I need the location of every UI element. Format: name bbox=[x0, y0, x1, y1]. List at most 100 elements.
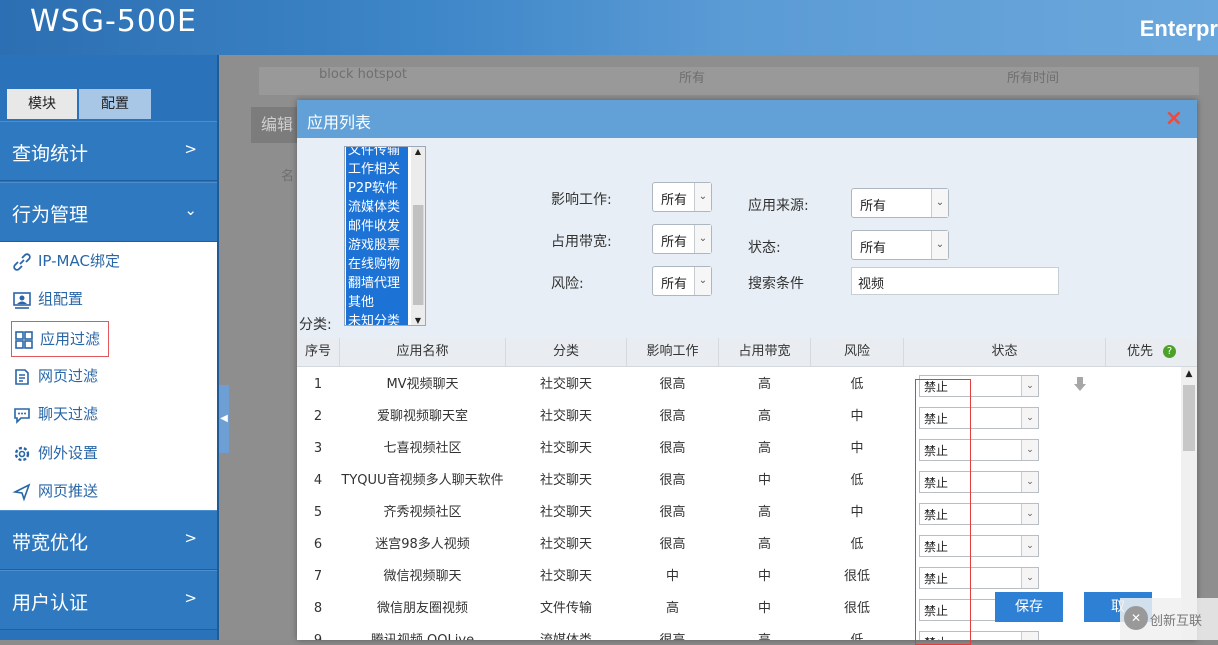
category-options: 文件传输 工作相关 P2P软件 流媒体类 邮件收发 游戏股票 在线购物 翻墙代理… bbox=[346, 147, 408, 325]
bandwidth-select[interactable]: 所有 ⌄ bbox=[652, 224, 712, 254]
cell-index: 3 bbox=[313, 441, 323, 456]
cell-index: 5 bbox=[313, 505, 323, 520]
risk-select[interactable]: 所有 ⌄ bbox=[652, 266, 712, 296]
scroll-up-icon[interactable]: ▲ bbox=[411, 147, 425, 156]
table-row[interactable]: 6 迷宫98多人视频 社交聊天 很高高低禁止 ⌄ bbox=[297, 529, 1181, 561]
category-option[interactable]: 文件传输 bbox=[346, 147, 408, 160]
move-down-icon[interactable] bbox=[1073, 376, 1087, 392]
menu-bandwidth[interactable]: 带宽优化 > bbox=[0, 510, 217, 570]
help-icon[interactable]: ? bbox=[1163, 345, 1176, 358]
search-label: 搜索条件 bbox=[748, 276, 804, 292]
category-listbox[interactable]: 文件传输 工作相关 P2P软件 流媒体类 邮件收发 游戏股票 在线购物 翻墙代理… bbox=[344, 146, 426, 326]
cell-bandwidth: 高 bbox=[757, 409, 771, 424]
category-option[interactable]: 翻墙代理 bbox=[346, 274, 408, 293]
cell-index: 1 bbox=[313, 377, 323, 392]
cell-risk: 中 bbox=[850, 505, 864, 520]
cell-app-name: 微信视频聊天 bbox=[383, 569, 462, 584]
scroll-up-icon[interactable]: ▲ bbox=[1181, 367, 1197, 381]
category-option[interactable]: 在线购物 bbox=[346, 255, 408, 274]
work-impact-select[interactable]: 所有 ⌄ bbox=[652, 182, 712, 212]
sidebar-collapse-handle[interactable]: ◀ bbox=[219, 385, 229, 453]
cell-category: 流媒体类 bbox=[506, 625, 626, 640]
table-row[interactable]: 2 爱聊视频聊天室 社交聊天 很高高中禁止 ⌄ bbox=[297, 401, 1181, 433]
category-label: 分类: bbox=[299, 317, 332, 333]
table-row[interactable]: 4 TYQUU音视频多人聊天软件 社交聊天 很高中低禁止 ⌄ bbox=[297, 465, 1181, 497]
select-value: 所有 bbox=[661, 235, 688, 250]
listbox-scrollbar[interactable]: ▲ ▼ bbox=[411, 147, 425, 325]
sidebar-item-chat-filter[interactable]: 聊天过滤 bbox=[12, 397, 98, 431]
cell-app-name: 迷宫98多人视频 bbox=[375, 537, 470, 552]
grid-icon bbox=[15, 330, 33, 349]
menu-user-auth[interactable]: 用户认证 > bbox=[0, 570, 217, 630]
cell-index: 6 bbox=[313, 537, 323, 552]
cell-work-impact: 很高 bbox=[659, 537, 686, 552]
scrollbar-thumb[interactable] bbox=[413, 205, 424, 305]
select-value: 所有 bbox=[860, 241, 887, 256]
watermark: ✕ 创新互联 bbox=[1120, 598, 1218, 640]
search-input[interactable]: 视频 bbox=[851, 267, 1059, 295]
chevron-down-icon: ⌄ bbox=[1021, 568, 1038, 588]
menu-behavior-mgmt[interactable]: 行为管理 ⌄ bbox=[0, 182, 217, 242]
cell-bandwidth: 高 bbox=[719, 625, 810, 640]
chevron-right-icon: > bbox=[184, 589, 197, 607]
table-row[interactable]: 7 微信视频聊天 社交聊天中中很低 禁止 ⌄ bbox=[297, 561, 1181, 593]
app-list-dialog: 应用列表 × 分类: 文件传输 工作相关 P2P软件 流媒体类 邮件收发 游戏股… bbox=[297, 100, 1197, 640]
category-option[interactable]: 邮件收发 bbox=[346, 217, 408, 236]
chevron-down-icon: ⌄ bbox=[1021, 376, 1038, 396]
table-row[interactable]: 9腾讯视频 QQLive流媒体类很高高低禁止⌄ bbox=[297, 625, 1181, 640]
chevron-right-icon: > bbox=[184, 140, 197, 158]
menu-label: 行为管理 bbox=[12, 204, 89, 226]
app-source-label: 应用来源: bbox=[748, 198, 809, 214]
status-select[interactable]: 所有 ⌄ bbox=[851, 230, 949, 260]
save-button[interactable]: 保存 bbox=[995, 592, 1063, 622]
select-value: 所有 bbox=[860, 199, 887, 214]
tab-module[interactable]: 模块 bbox=[7, 89, 77, 119]
category-option[interactable]: 游戏股票 bbox=[346, 236, 408, 255]
dialog-title: 应用列表 bbox=[307, 113, 372, 132]
cell-work-impact: 很高 bbox=[659, 377, 686, 392]
cell-risk: 低 bbox=[850, 377, 864, 392]
menu-query-stats[interactable]: 查询统计 > bbox=[0, 121, 217, 181]
category-option[interactable]: 其他 bbox=[346, 293, 408, 312]
sidebar-item-group-config[interactable]: 组配置 bbox=[12, 282, 83, 316]
chevron-down-icon: ⌄ bbox=[1021, 504, 1038, 524]
cell-app-name: MV视频聊天 bbox=[386, 377, 459, 392]
cell-work-impact: 很高 bbox=[659, 409, 686, 424]
chevron-down-icon: ⌄ bbox=[1021, 440, 1038, 460]
cell-app-name: 齐秀视频社区 bbox=[383, 505, 462, 520]
category-option[interactable]: 工作相关 bbox=[346, 160, 408, 179]
watermark-text: 创新互联 bbox=[1150, 614, 1203, 629]
app-source-select[interactable]: 所有 ⌄ bbox=[851, 188, 949, 218]
cell-bandwidth: 中 bbox=[757, 601, 771, 616]
sidebar-item-label: 网页过滤 bbox=[38, 367, 99, 385]
status-label: 状态: bbox=[748, 240, 781, 256]
col-app-name: 应用名称 bbox=[340, 338, 506, 366]
tab-config[interactable]: 配置 bbox=[79, 89, 151, 119]
sidebar-item-web-filter[interactable]: 网页过滤 bbox=[12, 359, 98, 393]
scroll-down-icon[interactable]: ▼ bbox=[411, 316, 425, 325]
cell-work-impact: 中 bbox=[665, 569, 679, 584]
close-icon[interactable]: × bbox=[1165, 106, 1183, 131]
scrollbar-thumb[interactable] bbox=[1183, 385, 1195, 451]
table-row[interactable]: 3 七喜视频社区 社交聊天 很高高中禁止 ⌄ bbox=[297, 433, 1181, 465]
chevron-down-icon: ⌄ bbox=[1021, 536, 1038, 556]
table-row[interactable]: 1 MV视频聊天 社交聊天 很高高低禁止 ⌄ bbox=[297, 369, 1181, 401]
sidebar-item-label: 例外设置 bbox=[38, 444, 99, 462]
cell-app-name: 微信朋友圈视频 bbox=[376, 601, 468, 616]
cell-app-name: 七喜视频社区 bbox=[383, 441, 462, 456]
cell-risk: 低 bbox=[811, 625, 903, 640]
category-option[interactable]: 未知分类 bbox=[346, 312, 408, 325]
cell-bandwidth: 高 bbox=[757, 441, 771, 456]
sidebar-item-web-push[interactable]: 网页推送 bbox=[12, 474, 98, 508]
cell-bandwidth: 高 bbox=[757, 377, 771, 392]
sidebar-item-ip-mac[interactable]: IP-MAC绑定 bbox=[12, 244, 120, 278]
category-option[interactable]: P2P软件 bbox=[346, 179, 408, 198]
sidebar-item-exception[interactable]: 例外设置 bbox=[12, 436, 98, 470]
highlight-status-column bbox=[915, 379, 971, 645]
gear-icon bbox=[14, 446, 30, 461]
sidebar-item-app-filter[interactable]: 应用过滤 bbox=[11, 321, 110, 357]
category-option[interactable]: 流媒体类 bbox=[346, 198, 408, 217]
table-row[interactable]: 5 齐秀视频社区 社交聊天 很高高中禁止 ⌄ bbox=[297, 497, 1181, 529]
cell-index: 8 bbox=[313, 601, 323, 616]
cell-category: 社交聊天 bbox=[539, 377, 592, 392]
